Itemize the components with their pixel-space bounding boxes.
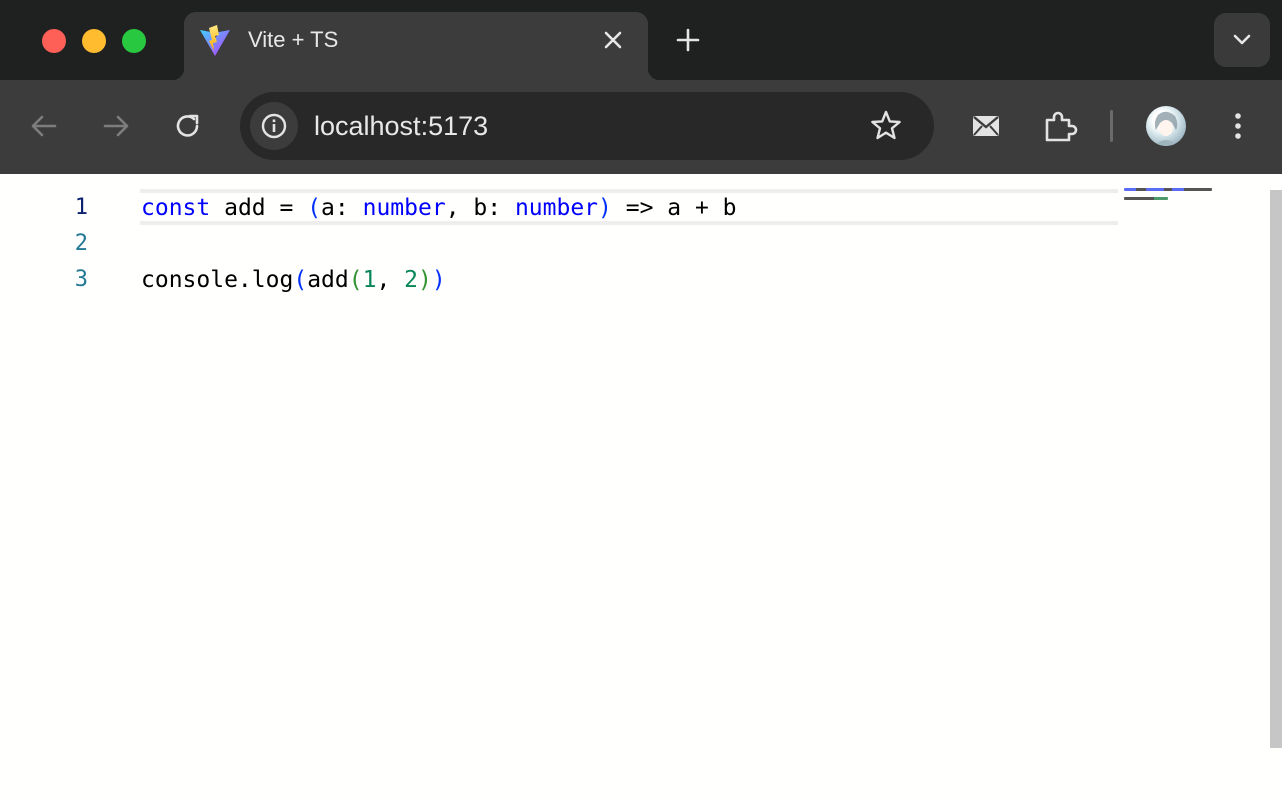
code-editor[interactable]: 1 2 3 const add = (a: number, b: number)… — [0, 174, 1282, 798]
minimap-line — [1124, 197, 1168, 200]
minimap[interactable] — [1124, 188, 1224, 208]
line-number: 2 — [74, 231, 88, 256]
minimap-line — [1124, 188, 1212, 191]
info-icon — [261, 113, 287, 139]
vertical-scrollbar[interactable] — [1270, 190, 1282, 748]
bracket-token: ) — [431, 267, 446, 293]
reload-button[interactable] — [168, 106, 208, 146]
code-token: console.log — [141, 267, 294, 293]
number-token: 1 — [362, 267, 377, 293]
avatar[interactable] — [1146, 106, 1186, 146]
bracket-token: ( — [348, 267, 363, 293]
url-text[interactable]: localhost:5173 — [314, 110, 488, 142]
vite-logo-icon — [200, 25, 230, 56]
puzzle-icon[interactable] — [1040, 106, 1080, 146]
line-number: 1 — [74, 195, 88, 220]
kebab-menu-icon[interactable] — [1218, 106, 1258, 146]
arrow-left-icon — [31, 115, 57, 137]
tab-title: Vite + TS — [248, 27, 339, 52]
type-token: number — [514, 195, 599, 221]
browser-tab[interactable]: Vite + TS — [172, 12, 660, 80]
star-icon[interactable] — [868, 108, 904, 144]
arrow-right-icon — [103, 115, 129, 137]
tab-search-button[interactable] — [1214, 13, 1270, 67]
toolbar-divider — [1110, 110, 1113, 142]
code-token: a: — [321, 195, 363, 221]
close-icon[interactable] — [600, 27, 626, 53]
code-token: , b: — [445, 195, 515, 221]
browser-toolbar: localhost:5173 — [0, 80, 1282, 174]
forward-button[interactable] — [96, 106, 136, 146]
code-token: , — [376, 267, 405, 293]
address-bar[interactable]: localhost:5173 — [240, 92, 934, 160]
site-info-button[interactable] — [250, 102, 298, 150]
number-token: 2 — [404, 267, 419, 293]
bracket-token: ( — [293, 267, 308, 293]
window-minimize-button[interactable] — [82, 29, 106, 53]
reload-icon — [176, 114, 199, 137]
code-line[interactable]: const add = (a: number, b: number) => a … — [141, 190, 737, 226]
keyword-token: const — [141, 195, 211, 221]
bracket-token: ( — [307, 195, 322, 221]
window-close-button[interactable] — [42, 29, 66, 53]
code-token: => a + b — [611, 195, 737, 221]
mail-extension-icon[interactable] — [966, 106, 1006, 146]
code-token: add = — [210, 195, 308, 221]
bracket-token: ) — [418, 267, 432, 293]
title-bar: Vite + TS — [0, 0, 1282, 80]
code-token: add — [307, 267, 349, 293]
back-button[interactable] — [24, 106, 64, 146]
code-line[interactable]: console.log(add(1, 2)) — [141, 262, 446, 298]
chevron-down-icon — [1233, 34, 1251, 45]
window-zoom-button[interactable] — [122, 29, 146, 53]
line-number: 3 — [74, 267, 88, 292]
plus-icon[interactable] — [672, 24, 704, 56]
type-token: number — [362, 195, 446, 221]
bracket-token: ) — [598, 195, 612, 221]
